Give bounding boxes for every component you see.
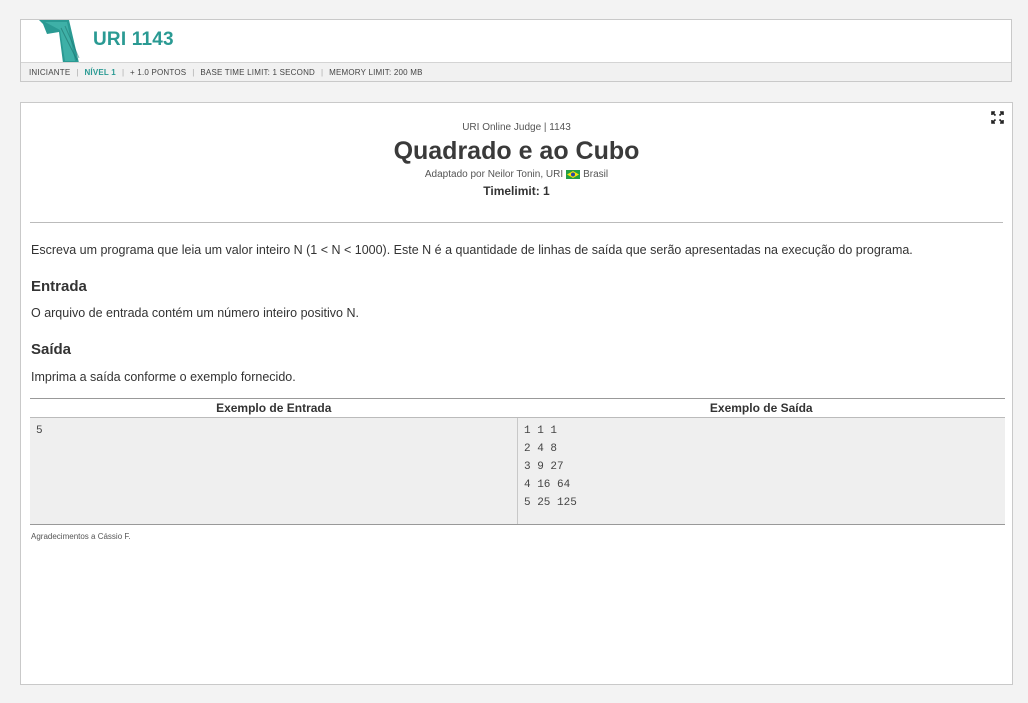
example-output-header: Exemplo de Saída — [517, 398, 1005, 418]
output-heading: Saída — [31, 341, 72, 358]
memory-limit-label: MEMORY LIMIT: 200 MB — [329, 68, 423, 77]
timelimit: Timelimit: 1 — [483, 184, 550, 198]
thanks-note: Agradecimentos a Cássio F. — [31, 532, 131, 541]
category-label[interactable]: INICIANTE — [29, 68, 70, 77]
output-text: Imprima a saída conforme o exemplo forne… — [31, 370, 296, 384]
points-label: + 1.0 PONTOS — [130, 68, 187, 77]
separator: | — [76, 68, 79, 77]
level-label: NÍVEL 1 — [84, 68, 116, 77]
examples-table: Exemplo de Entrada Exemplo de Saída 5 1 … — [30, 398, 1005, 525]
separator: | — [321, 68, 324, 77]
time-limit-label: BASE TIME LIMIT: 1 SECOND — [200, 68, 316, 77]
problem-id: URI 1143 — [93, 29, 174, 50]
example-input[interactable]: 5 — [30, 417, 518, 525]
table-row: 5 1 1 1 2 4 8 3 9 27 4 16 64 5 25 125 — [30, 417, 1005, 525]
divider — [30, 222, 1003, 223]
input-text: O arquivo de entrada contém um número in… — [31, 306, 359, 320]
example-input-header: Exemplo de Entrada — [30, 398, 518, 418]
uri-logo-icon — [39, 20, 80, 63]
separator: | — [121, 68, 125, 77]
example-output[interactable]: 1 1 1 2 4 8 3 9 27 4 16 64 5 25 125 — [517, 417, 1005, 525]
problem-title: Quadrado e ao Cubo — [393, 137, 640, 165]
country-text: Brasil — [583, 169, 609, 180]
problem-description: Escreva um programa que leia um valor in… — [31, 243, 913, 257]
brazil-flag-icon — [566, 170, 581, 179]
separator: | — [192, 68, 195, 77]
author-text: Adaptado por Neilor Tonin, URI — [424, 169, 564, 180]
judge-line: URI Online Judge | 1143 — [462, 122, 571, 133]
input-heading: Entrada — [31, 278, 87, 295]
problem-head: URI Online Judge | 1143 Quadrado e ao Cu… — [21, 122, 1012, 198]
problem-meta-bar: INICIANTE | NÍVEL 1 | + 1.0 PONTOS | BAS… — [21, 62, 1011, 81]
problem-header: URI 1143 INICIANTE | NÍVEL 1 | + 1.0 PON… — [20, 19, 1012, 82]
problem-statement: URI Online Judge | 1143 Quadrado e ao Cu… — [20, 102, 1013, 685]
author-line: Adaptado por Neilor Tonin, URI Brasil — [21, 169, 1012, 180]
